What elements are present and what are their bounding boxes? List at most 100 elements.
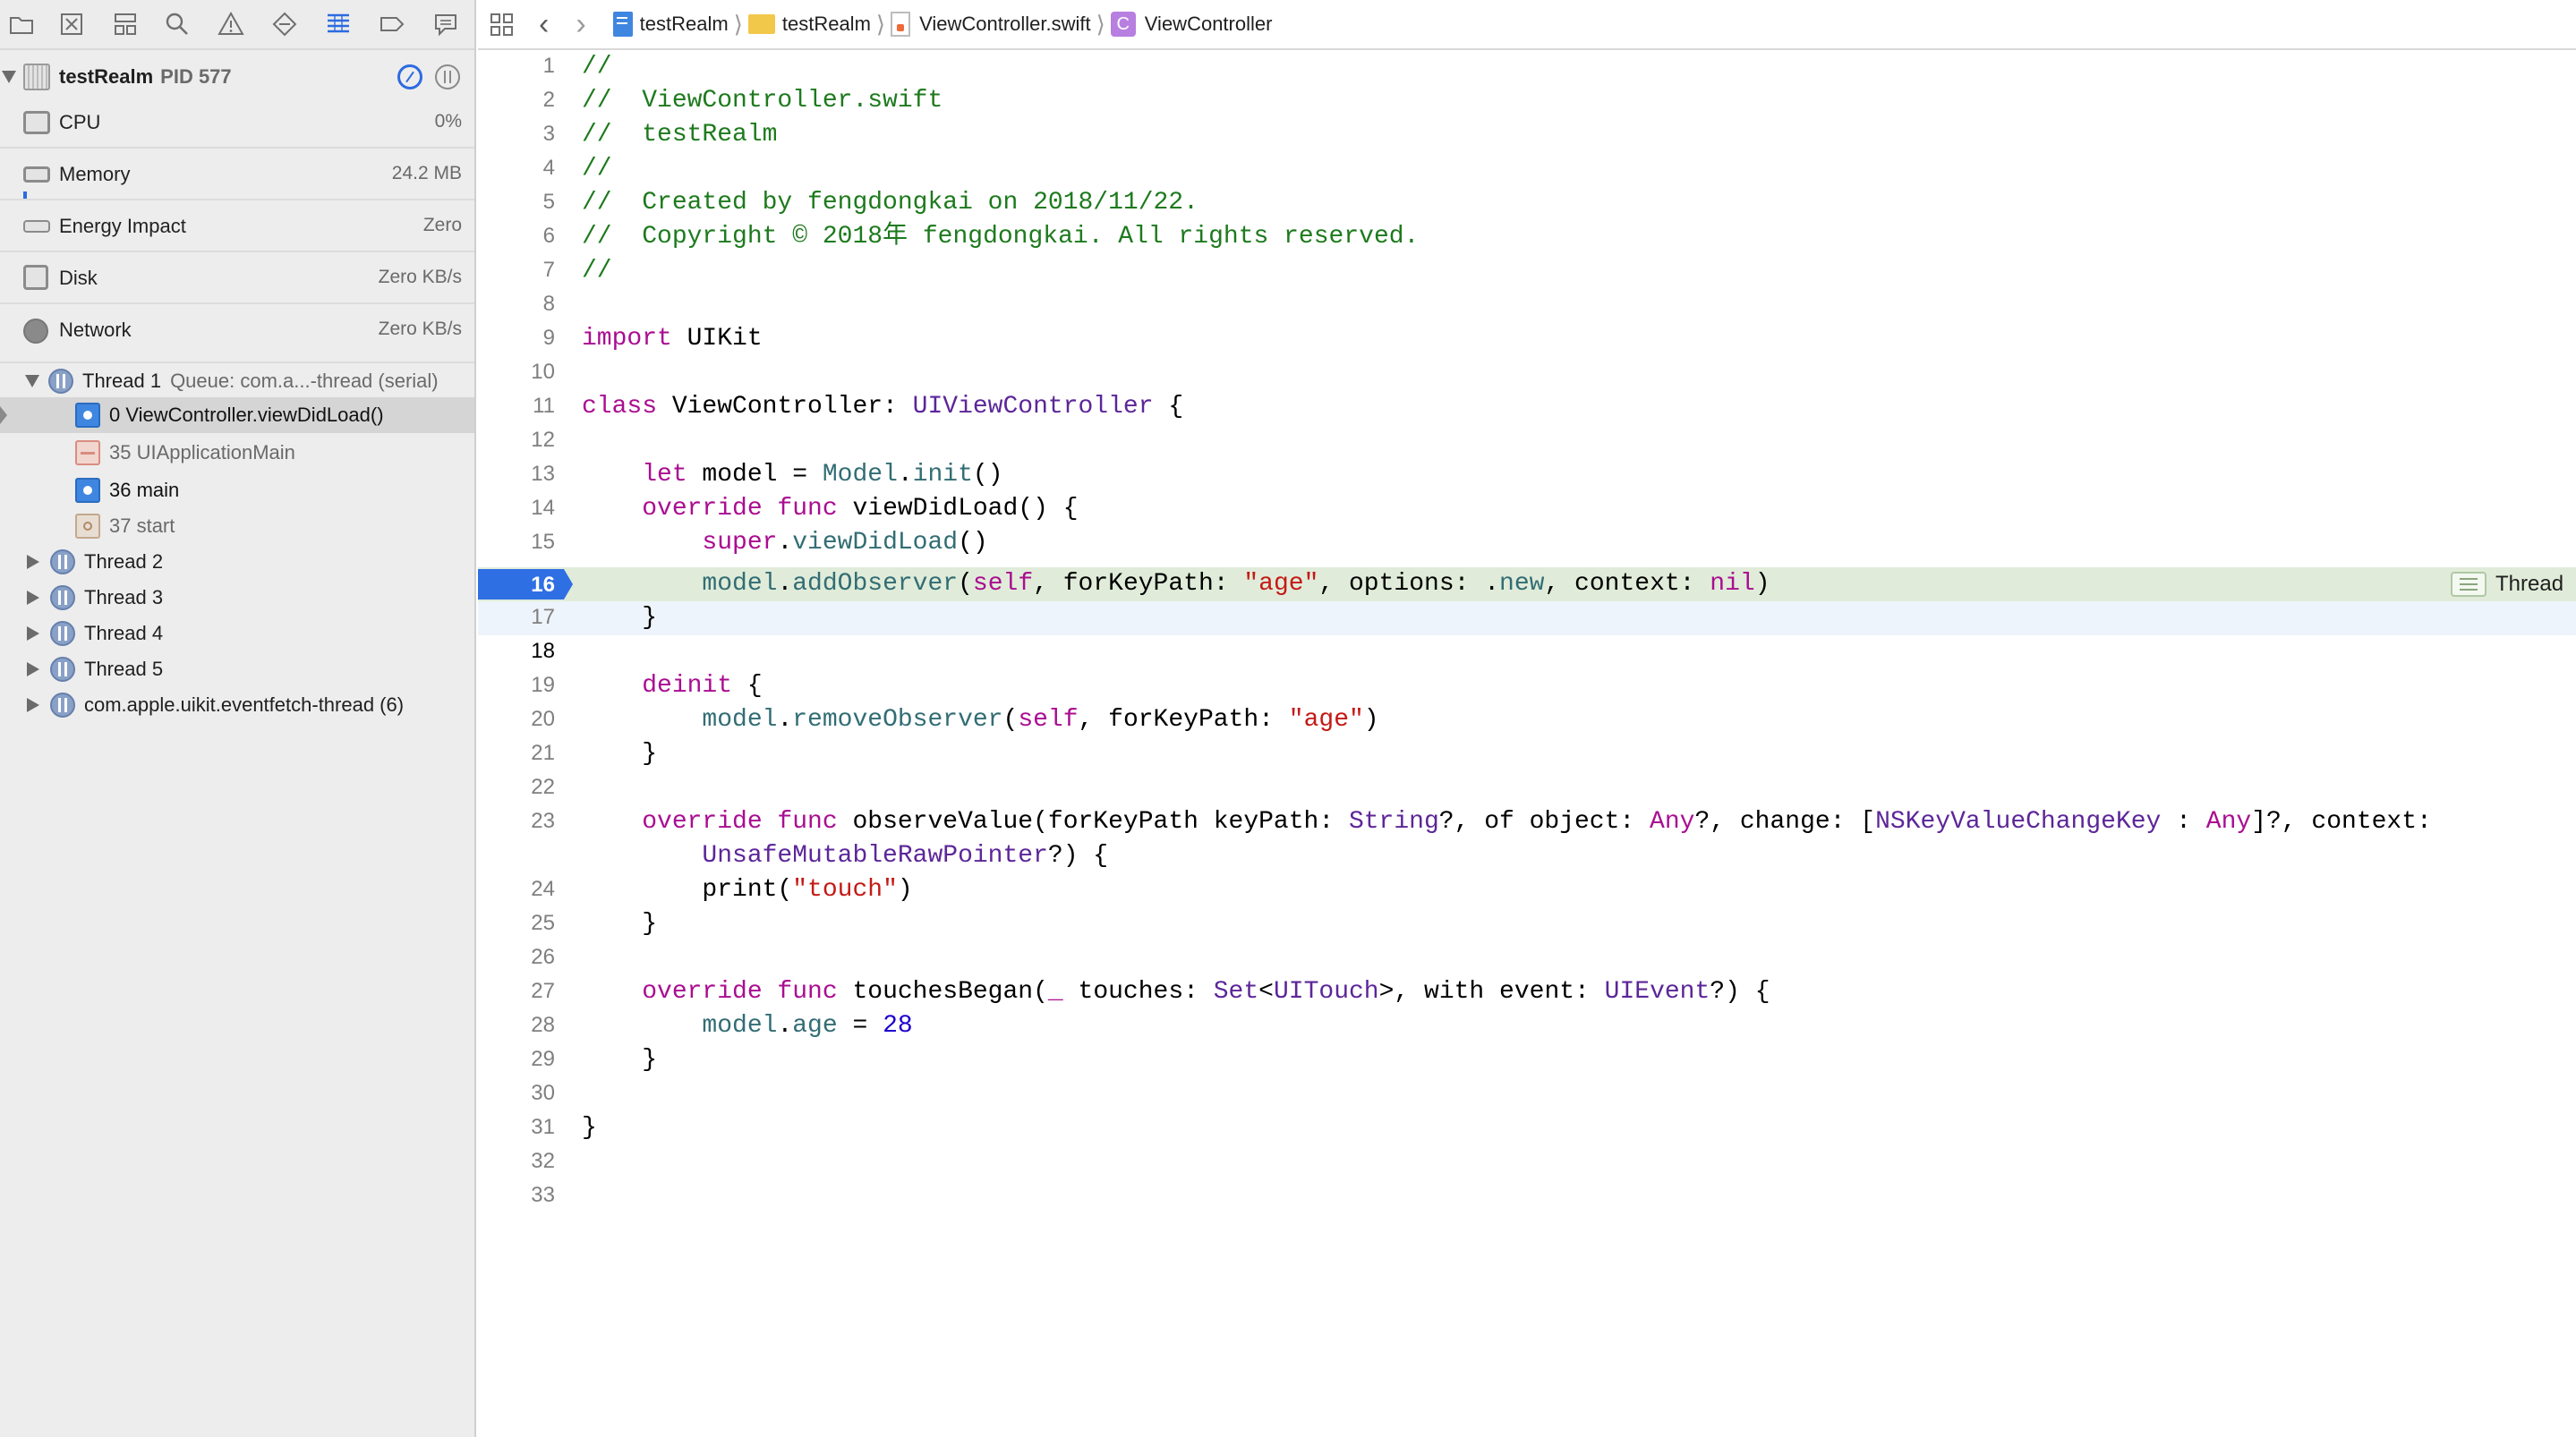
thread-row[interactable]: Thread 1 Queue: com.a...-thread (serial): [0, 361, 474, 399]
code-line[interactable]: 3 // testRealm: [478, 118, 2576, 152]
code-line[interactable]: 30: [478, 1077, 2576, 1111]
gauge-energy[interactable]: Energy Impact Zero: [0, 202, 474, 252]
line-number: 2: [542, 88, 555, 112]
code-line[interactable]: 27 override func touchesBegan(_ touches:…: [478, 975, 2576, 1009]
line-number: 30: [531, 1081, 555, 1105]
code-line[interactable]: 18: [478, 635, 2576, 669]
code-text: class ViewController: UIViewController {: [582, 393, 1184, 421]
code-line[interactable]: 33: [478, 1179, 2576, 1213]
line-number: 19: [531, 673, 555, 697]
gauge-value: 0%: [434, 111, 462, 132]
disclosure-triangle[interactable]: [27, 662, 39, 676]
code-text: model.age = 28: [582, 1012, 913, 1040]
symbol-navigator-icon[interactable]: [109, 9, 141, 39]
forward-icon[interactable]: ›: [576, 7, 585, 42]
breadcrumb-project[interactable]: testRealm: [612, 12, 729, 37]
code-line[interactable]: 20 model.removeObserver(self, forKeyPath…: [478, 703, 2576, 737]
code-line[interactable]: 25 }: [478, 907, 2576, 941]
code-line[interactable]: 24 print("touch"): [478, 873, 2576, 907]
disclosure-triangle[interactable]: [2, 71, 16, 83]
code-text: //: [582, 257, 612, 285]
code-line[interactable]: 23 override func observeValue(forKeyPath…: [478, 805, 2576, 839]
code-line[interactable]: 10: [478, 356, 2576, 390]
thread-queue: Queue: com.a...-thread (serial): [170, 370, 439, 392]
report-icon[interactable]: [430, 9, 462, 39]
related-items-icon[interactable]: [490, 12, 516, 37]
folder-icon[interactable]: [5, 9, 38, 39]
code-line[interactable]: 22: [478, 771, 2576, 805]
code-line[interactable]: 7 //: [478, 254, 2576, 288]
code-line[interactable]: 15 super.viewDidLoad(): [478, 526, 2576, 560]
code-line[interactable]: 13 let model = Model.init(): [478, 458, 2576, 492]
code-line[interactable]: 19 deinit {: [478, 669, 2576, 703]
stack-frame-row[interactable]: 35 UIApplicationMain: [0, 435, 474, 471]
thread-row[interactable]: Thread 3: [0, 580, 474, 616]
code-line[interactable]: 4 //: [478, 152, 2576, 186]
breadcrumb-separator: ⟩: [733, 10, 743, 38]
thread-row[interactable]: Thread 5: [0, 651, 474, 687]
breakpoint-icon[interactable]: [376, 9, 408, 39]
disclosure-triangle[interactable]: [27, 698, 39, 712]
thread-filter-icon[interactable]: [435, 64, 460, 89]
gauge-value: Zero KB/s: [378, 267, 462, 287]
code-line-wrapped[interactable]: UnsafeMutableRawPointer?) {: [478, 839, 2576, 873]
debug-gauge-icon[interactable]: [397, 64, 422, 89]
code-line[interactable]: 1 //: [478, 50, 2576, 84]
issue-icon[interactable]: [215, 9, 247, 39]
thread-annotation[interactable]: Thread: [2451, 569, 2576, 599]
gauge-value: 24.2 MB: [391, 163, 462, 183]
code-line[interactable]: 11 class ViewController: UIViewControlle…: [478, 390, 2576, 424]
back-icon[interactable]: ‹: [539, 7, 549, 42]
test-icon[interactable]: [269, 9, 301, 39]
frame-label: 0 ViewController.viewDidLoad(): [109, 404, 384, 426]
code-line[interactable]: 5 // Created by fengdongkai on 2018/11/2…: [478, 186, 2576, 220]
line-number: 9: [542, 326, 555, 350]
process-row[interactable]: testRealm PID 577: [0, 59, 474, 95]
thread-row[interactable]: com.apple.uikit.eventfetch-thread (6): [0, 687, 474, 723]
code-line[interactable]: 9 import UIKit: [478, 322, 2576, 356]
code-line[interactable]: 21 }: [478, 737, 2576, 771]
stack-frame-row[interactable]: 0 ViewController.viewDidLoad(): [0, 397, 474, 433]
source-editor[interactable]: 1 // 2 // ViewController.swift 3 // test…: [478, 50, 2576, 1437]
code-line[interactable]: 17 }: [478, 601, 2576, 635]
line-number: 21: [531, 741, 555, 765]
code-line[interactable]: 6 // Copyright © 2018年 fengdongkai. All …: [478, 220, 2576, 254]
gauge-cpu[interactable]: CPU 0%: [0, 98, 474, 149]
breadcrumb-folder[interactable]: testRealm: [747, 13, 871, 36]
code-line[interactable]: 26: [478, 941, 2576, 975]
disclosure-triangle[interactable]: [27, 591, 39, 605]
user-frame-icon: [75, 478, 100, 503]
code-line[interactable]: 12: [478, 424, 2576, 458]
cpu-icon: [23, 111, 50, 134]
frame-label: 35 UIApplicationMain: [109, 441, 295, 463]
line-number: 12: [531, 428, 555, 452]
thread-row[interactable]: Thread 4: [0, 616, 474, 651]
code-line[interactable]: 8: [478, 288, 2576, 322]
breadcrumb-file[interactable]: ViewController.swift: [891, 12, 1091, 37]
code-line[interactable]: 14 override func viewDidLoad() {: [478, 492, 2576, 526]
stack-frame-row[interactable]: 37 start: [0, 508, 474, 544]
code-line[interactable]: 28 model.age = 28: [478, 1009, 2576, 1043]
line-number: 10: [531, 360, 555, 384]
code-text: // testRealm: [582, 121, 778, 149]
gauge-disk[interactable]: Disk Zero KB/s: [0, 254, 474, 304]
code-line[interactable]: model.addObserver(self, forKeyPath: "age…: [478, 567, 2576, 601]
stack-frame-row[interactable]: 36 main: [0, 472, 474, 508]
code-line[interactable]: 29 }: [478, 1043, 2576, 1077]
thread-row[interactable]: Thread 2: [0, 544, 474, 580]
disclosure-triangle[interactable]: [27, 555, 39, 569]
debug-icon[interactable]: [322, 9, 354, 39]
breadcrumb-symbol[interactable]: C ViewController: [1110, 12, 1272, 37]
code-line[interactable]: 2 // ViewController.swift: [478, 84, 2576, 118]
line-number: 15: [531, 530, 555, 554]
gauge-network[interactable]: Network Zero KB/s: [0, 306, 474, 356]
code-text: override func viewDidLoad() {: [582, 495, 1079, 523]
search-icon[interactable]: [161, 9, 193, 39]
source-control-icon[interactable]: [55, 9, 88, 39]
code-line[interactable]: 32: [478, 1145, 2576, 1179]
code-line[interactable]: 31 }: [478, 1111, 2576, 1145]
gauge-memory[interactable]: Memory 24.2 MB: [0, 150, 474, 200]
line-number: 4: [542, 156, 555, 180]
disclosure-triangle[interactable]: [27, 626, 39, 641]
disclosure-triangle[interactable]: [25, 375, 39, 387]
